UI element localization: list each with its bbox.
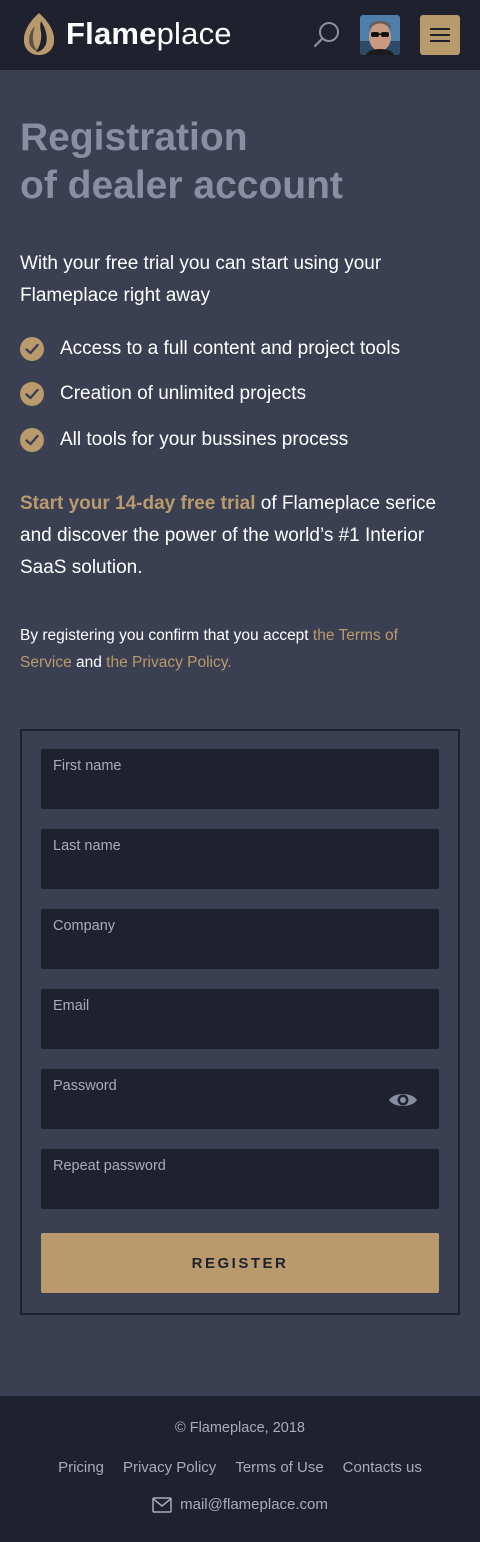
consent-prefix: By registering you confirm that you acce…: [20, 627, 313, 644]
footer-link-contacts[interactable]: Contacts us: [343, 1459, 422, 1476]
page-title-line2: of dealer account: [20, 164, 343, 207]
feature-list: Access to a full content and project too…: [20, 326, 460, 463]
last-name-input[interactable]: [53, 859, 383, 883]
intro-text: With your free trial you can start using…: [20, 253, 382, 306]
company-label: Company: [53, 918, 116, 934]
page-title-line1: Registration: [20, 116, 248, 159]
feature-item: Creation of unlimited projects: [20, 372, 460, 418]
first-name-input[interactable]: [53, 779, 383, 803]
feature-label: Access to a full content and project too…: [60, 337, 401, 359]
envelope-icon: [152, 1496, 172, 1513]
repeat-password-field[interactable]: Repeat password: [41, 1149, 439, 1209]
copyright-text: © Flameplace, 2018: [175, 1420, 305, 1436]
last-name-field[interactable]: Last name: [41, 829, 439, 889]
password-input[interactable]: [53, 1099, 383, 1123]
email-field[interactable]: Email: [41, 989, 439, 1049]
company-field[interactable]: Company: [41, 909, 439, 969]
footer-link-pricing[interactable]: Pricing: [58, 1459, 104, 1476]
footer-link-privacy-policy[interactable]: Privacy Policy: [123, 1459, 216, 1476]
footer-links: Pricing Privacy Policy Terms of Use Cont…: [0, 1459, 480, 1476]
user-avatar[interactable]: [360, 15, 400, 55]
logo-text: Flameplace: [66, 10, 232, 58]
check-icon: [20, 382, 44, 407]
logo-text-light: place: [156, 16, 232, 51]
logo-text-bold: Flame: [66, 16, 157, 51]
footer: © Flameplace, 2018 Pricing Privacy Polic…: [0, 1396, 480, 1542]
consent-and: and: [71, 654, 107, 671]
footer-email-link[interactable]: mail@flameplace.com: [180, 1496, 328, 1513]
logo[interactable]: Flameplace: [22, 10, 232, 58]
hamburger-menu-button[interactable]: [420, 15, 460, 55]
avatar-photo: [360, 15, 400, 55]
company-input[interactable]: [53, 939, 383, 963]
check-icon: [20, 336, 44, 361]
repeat-password-label: Repeat password: [53, 1158, 166, 1174]
password-field[interactable]: Password: [41, 1069, 439, 1129]
privacy-policy-link[interactable]: the Privacy Policy.: [106, 654, 231, 671]
email-input[interactable]: [53, 1019, 383, 1043]
flame-logo-icon: [23, 13, 55, 55]
hamburger-line: [430, 40, 450, 42]
email-label: Email: [53, 998, 90, 1014]
top-navbar: Flameplace: [0, 0, 480, 70]
trial-highlight: Start your 14-day free trial: [20, 493, 256, 514]
last-name-label: Last name: [53, 838, 121, 854]
first-name-field[interactable]: First name: [41, 749, 439, 809]
registration-form: First name Last name Company Email Passw…: [20, 729, 460, 1315]
trial-text: Start your 14-day free trial of Flamepla…: [20, 488, 450, 584]
check-icon: [20, 427, 44, 452]
feature-item: Access to a full content and project too…: [20, 326, 460, 372]
search-icon[interactable]: [312, 20, 342, 50]
first-name-label: First name: [53, 758, 122, 774]
footer-email: mail@flameplace.com: [0, 1496, 480, 1513]
feature-label: All tools for your bussines process: [60, 428, 349, 450]
register-button[interactable]: REGISTER: [41, 1233, 439, 1293]
footer-link-terms-of-use[interactable]: Terms of Use: [235, 1459, 323, 1476]
password-label: Password: [53, 1078, 117, 1094]
feature-item: All tools for your bussines process: [20, 417, 460, 463]
hamburger-line: [430, 28, 450, 30]
consent-text: By registering you confirm that you acce…: [20, 622, 440, 676]
repeat-password-input[interactable]: [53, 1179, 383, 1203]
hamburger-line: [430, 34, 450, 36]
feature-label: Creation of unlimited projects: [60, 383, 307, 405]
show-password-eye-icon[interactable]: [388, 1088, 418, 1112]
page-title: Registration of dealer account: [20, 114, 460, 210]
